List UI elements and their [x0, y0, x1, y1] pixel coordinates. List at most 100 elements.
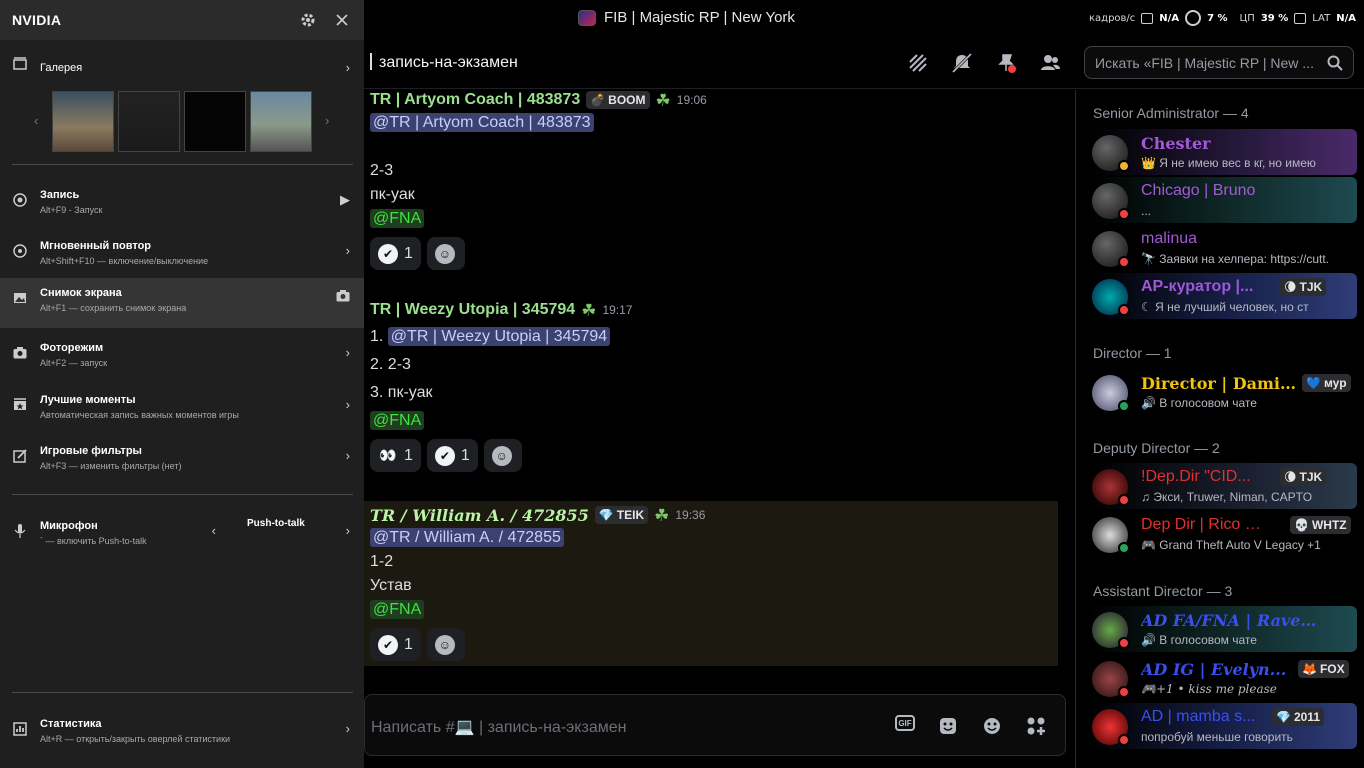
- channel-name: запись-на-экзамен: [379, 54, 518, 71]
- gpu-icon: [1185, 10, 1202, 26]
- role-mention[interactable]: @FNA: [370, 411, 425, 430]
- photo-mode-item[interactable]: Фоторежим Alt+F2 — запуск ›: [0, 333, 364, 383]
- message: TR | Artyom Coach | 483873 💣 BOOM ☘ 19:06…: [364, 89, 1058, 270]
- statistics-item[interactable]: Статистика Alt+R — открыть/закрыть оверл…: [0, 709, 364, 759]
- add-reaction-button[interactable]: ☺: [483, 439, 522, 472]
- instant-replay-item[interactable]: Мгновенный повтор Alt+Shift+F10 — включе…: [0, 231, 364, 281]
- user-mention[interactable]: @TR / William A. / 472855: [370, 528, 564, 547]
- highlights-title: Лучшие моменты: [40, 394, 136, 406]
- gif-icon[interactable]: GIF: [895, 715, 915, 731]
- search-input[interactable]: Искать «FIB | Majestic RP | New ...: [1084, 46, 1354, 79]
- member-item[interactable]: Dep Dir | Rico D |... 💀 WHTZ 🎮 Grand Thef…: [1090, 511, 1357, 557]
- settings-gear-icon[interactable]: [298, 10, 318, 30]
- add-reaction-button[interactable]: ☺: [426, 628, 465, 661]
- message-author[interactable]: TR | Weezy Utopia | 345794: [370, 301, 575, 319]
- memberlist-divider: [1075, 90, 1076, 768]
- member-item[interactable]: malinua 🔭 Заявки на хелпера: https://cut…: [1090, 225, 1357, 271]
- gallery-item[interactable]: Галерея ›: [0, 44, 364, 94]
- user-mention[interactable]: @TR | Artyom Coach | 483873: [370, 113, 594, 132]
- member-item[interactable]: AD | mamba s... 💎 2011 попробуй меньше го…: [1090, 703, 1357, 749]
- emoji-icon[interactable]: [981, 715, 1003, 737]
- guild-tag-label: WHTZ: [1311, 518, 1347, 532]
- guild-tag: 🌘 TJK: [1280, 278, 1327, 296]
- skull-icon: 💀: [1294, 518, 1309, 532]
- monitor-icon: [1141, 12, 1154, 24]
- member-item[interactable]: Chicago | Bruno ...: [1090, 177, 1357, 223]
- moon-icon: 🌘: [1284, 470, 1297, 484]
- photo-mode-shortcut: Alt+F2 — запуск: [40, 358, 108, 368]
- separator: [12, 692, 353, 693]
- message-placeholder: Написать #💻 | запись-на-экзамен: [371, 719, 627, 736]
- role-mention[interactable]: @FNA: [370, 600, 425, 619]
- gallery-next-icon[interactable]: ›: [325, 113, 329, 128]
- member-status: 🎮 Grand Theft Auto V Legacy +1: [1141, 538, 1321, 552]
- guild-tag: 💎 2011: [1272, 708, 1324, 726]
- sticker-icon[interactable]: [937, 715, 959, 737]
- search-icon: [1327, 55, 1343, 71]
- member-item[interactable]: AD FA/FNA | Raven... 🔊 В голосовом чате: [1090, 606, 1357, 652]
- mic-mode-value: Push-to-talk: [247, 518, 305, 529]
- add-reaction-button[interactable]: ☺: [426, 237, 465, 270]
- guild-tag-label: FOX: [1319, 662, 1345, 676]
- guild-tag[interactable]: 💎 TEIK: [594, 506, 649, 524]
- camera-icon[interactable]: [336, 290, 350, 305]
- chevron-right-icon: ›: [345, 448, 350, 463]
- member-list-icon[interactable]: [1038, 51, 1062, 75]
- member-name: Director | Damik...: [1141, 374, 1299, 393]
- record-item[interactable]: Запись Alt+F9 - Запуск ▶: [0, 180, 364, 230]
- member-item[interactable]: Chester 👑 Я не имею вес в кг, но имею: [1090, 129, 1357, 175]
- gallery-thumbnail[interactable]: [52, 91, 114, 152]
- message-highlighted: TR / William A. / 472855 💎 TEIK ☘ 19:36 @…: [364, 501, 1058, 666]
- fps-label: кадров/с: [1088, 12, 1136, 24]
- microphone-item[interactable]: Микрофон ` — включить Push-to-talk ‹ ›: [0, 511, 364, 561]
- reaction-eyes[interactable]: 👀 1: [370, 439, 421, 472]
- role-mention[interactable]: @FNA: [370, 209, 425, 228]
- pinned-messages-icon[interactable]: [994, 51, 1018, 75]
- message-input[interactable]: Написать #💻 | запись-на-экзамен GIF: [364, 694, 1066, 756]
- chevron-right-icon: ›: [345, 243, 350, 258]
- gallery-thumbnail[interactable]: [184, 91, 246, 152]
- record-shortcut: Alt+F9 - Запуск: [40, 205, 103, 215]
- reaction-check[interactable]: ✔ 1: [370, 237, 421, 270]
- status-dnd-icon: [1118, 304, 1130, 316]
- instant-replay-title: Мгновенный повтор: [40, 240, 152, 252]
- reaction-check[interactable]: ✔ 1: [370, 628, 421, 661]
- guild-tag: 🦊 FOX: [1298, 660, 1349, 678]
- member-item[interactable]: AD IG | Evelyn... 🦊 FOX 🎮+1 • kiss me ple…: [1090, 655, 1357, 701]
- apps-icon[interactable]: [1025, 715, 1047, 737]
- status-online-icon: [1118, 542, 1130, 554]
- highlights-item[interactable]: Лучшие моменты Автоматическая запись важ…: [0, 385, 364, 435]
- chevron-right-icon: ›: [345, 397, 350, 412]
- threads-icon[interactable]: [906, 51, 930, 75]
- member-item[interactable]: AP-куратор |... 🌘 TJK ☾ Я не лучший челов…: [1090, 273, 1357, 319]
- gallery-thumbnail[interactable]: [250, 91, 312, 152]
- lat-label: LAT: [1312, 12, 1331, 24]
- nvidia-header: NVIDIA: [0, 0, 364, 40]
- member-item[interactable]: !Dep.Dir "CID... 🌘 TJK ♫ Экси, Truwer, Ni…: [1090, 463, 1357, 509]
- gallery-icon: [12, 56, 28, 72]
- reaction-check[interactable]: ✔ 1: [426, 439, 478, 472]
- message-author[interactable]: TR / William A. / 472855: [370, 506, 589, 525]
- screenshot-item[interactable]: Снимок экрана Alt+F1 — сохранить снимок …: [0, 278, 364, 328]
- close-icon[interactable]: [332, 10, 352, 30]
- notifications-muted-icon[interactable]: [950, 51, 974, 75]
- member-item[interactable]: Director | Damik... 💙 мур 🔊 В голосовом ч…: [1090, 369, 1357, 415]
- separator: [12, 494, 353, 495]
- gallery-thumbnail[interactable]: [118, 91, 180, 152]
- guild-tag-label: TJK: [1299, 280, 1323, 294]
- message-author[interactable]: TR | Artyom Coach | 483873: [370, 91, 580, 109]
- chevron-right-icon[interactable]: ›: [346, 523, 350, 538]
- microphone-shortcut: ` — включить Push-to-talk: [40, 536, 147, 546]
- message-time: 19:36: [675, 508, 706, 522]
- statistics-title: Статистика: [40, 718, 102, 730]
- message-line: Устав: [370, 577, 412, 594]
- user-mention[interactable]: @TR | Weezy Utopia | 345794: [387, 327, 611, 346]
- screenshot-icon: [12, 290, 28, 306]
- guild-tag[interactable]: 💣 BOOM: [586, 91, 650, 109]
- chevron-left-icon[interactable]: ‹: [212, 523, 216, 538]
- gallery-prev-icon[interactable]: ‹: [34, 113, 38, 128]
- smile-icon: ☺: [434, 243, 455, 264]
- reaction-count: 1: [404, 635, 413, 653]
- reaction-count: 1: [404, 446, 413, 464]
- game-filters-item[interactable]: Игровые фильтры Alt+F3 — изменить фильтр…: [0, 436, 364, 486]
